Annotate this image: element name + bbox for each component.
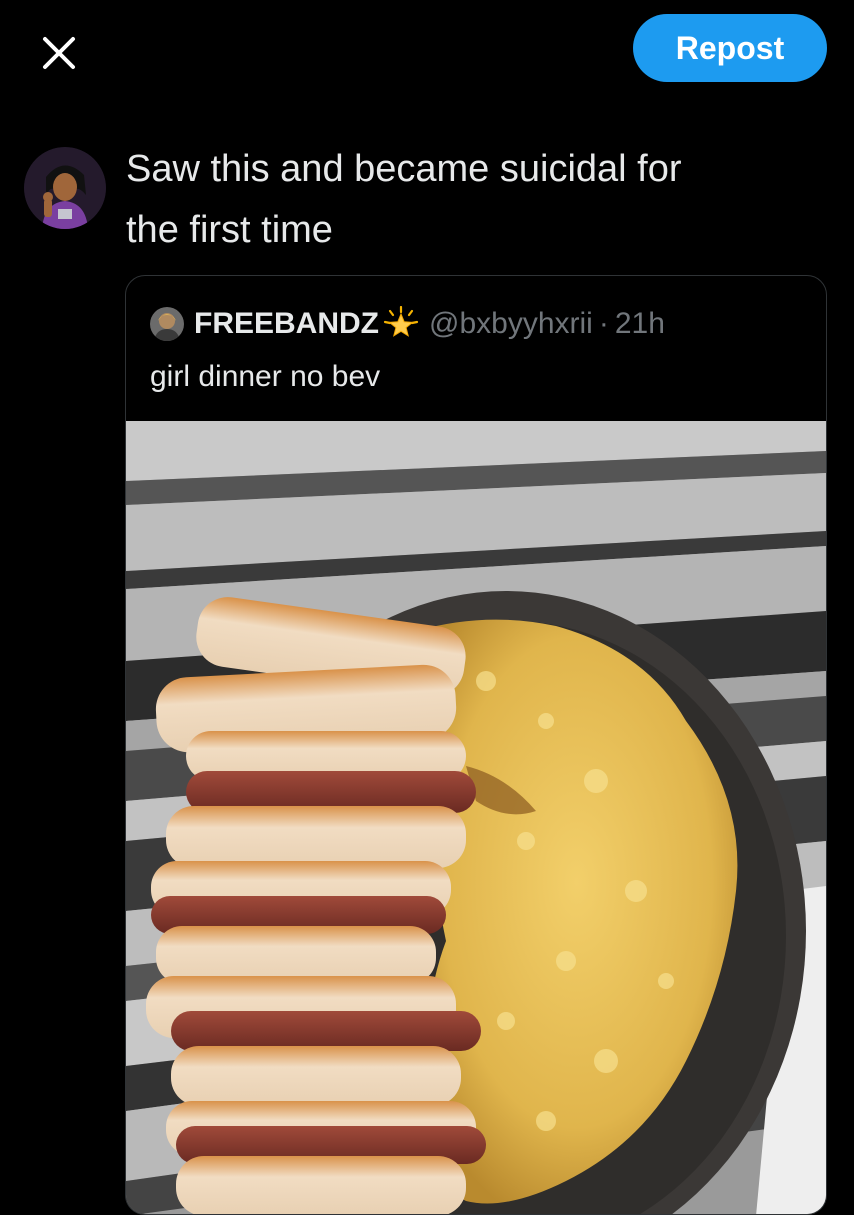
quoted-display-name[interactable]: FREEBANDZ	[194, 307, 379, 341]
quoted-media-photo[interactable]	[126, 401, 826, 1214]
quoted-post-text: girl dinner no bev	[150, 360, 381, 393]
quoted-post[interactable]: FREEBANDZ @bxbyyhxrii · 21h girl dinner …	[125, 275, 827, 1215]
user-avatar[interactable]	[24, 147, 106, 229]
food-photo	[126, 401, 826, 1214]
top-bar: Repost	[0, 0, 854, 110]
quoted-avatar	[150, 307, 184, 341]
separator-dot: ·	[598, 307, 609, 340]
quoted-timestamp[interactable]: 21h	[615, 307, 665, 341]
quoted-post-header: FREEBANDZ @bxbyyhxrii · 21h	[150, 304, 665, 344]
quoted-handle[interactable]: @bxbyyhxrii	[429, 307, 593, 341]
close-button[interactable]	[34, 28, 84, 78]
sparkle-star-emoji-icon	[383, 306, 419, 337]
close-icon	[43, 37, 75, 69]
repost-button[interactable]: Repost	[633, 14, 827, 82]
compose-text[interactable]: Saw this and became suicidal for the fir…	[126, 139, 826, 261]
